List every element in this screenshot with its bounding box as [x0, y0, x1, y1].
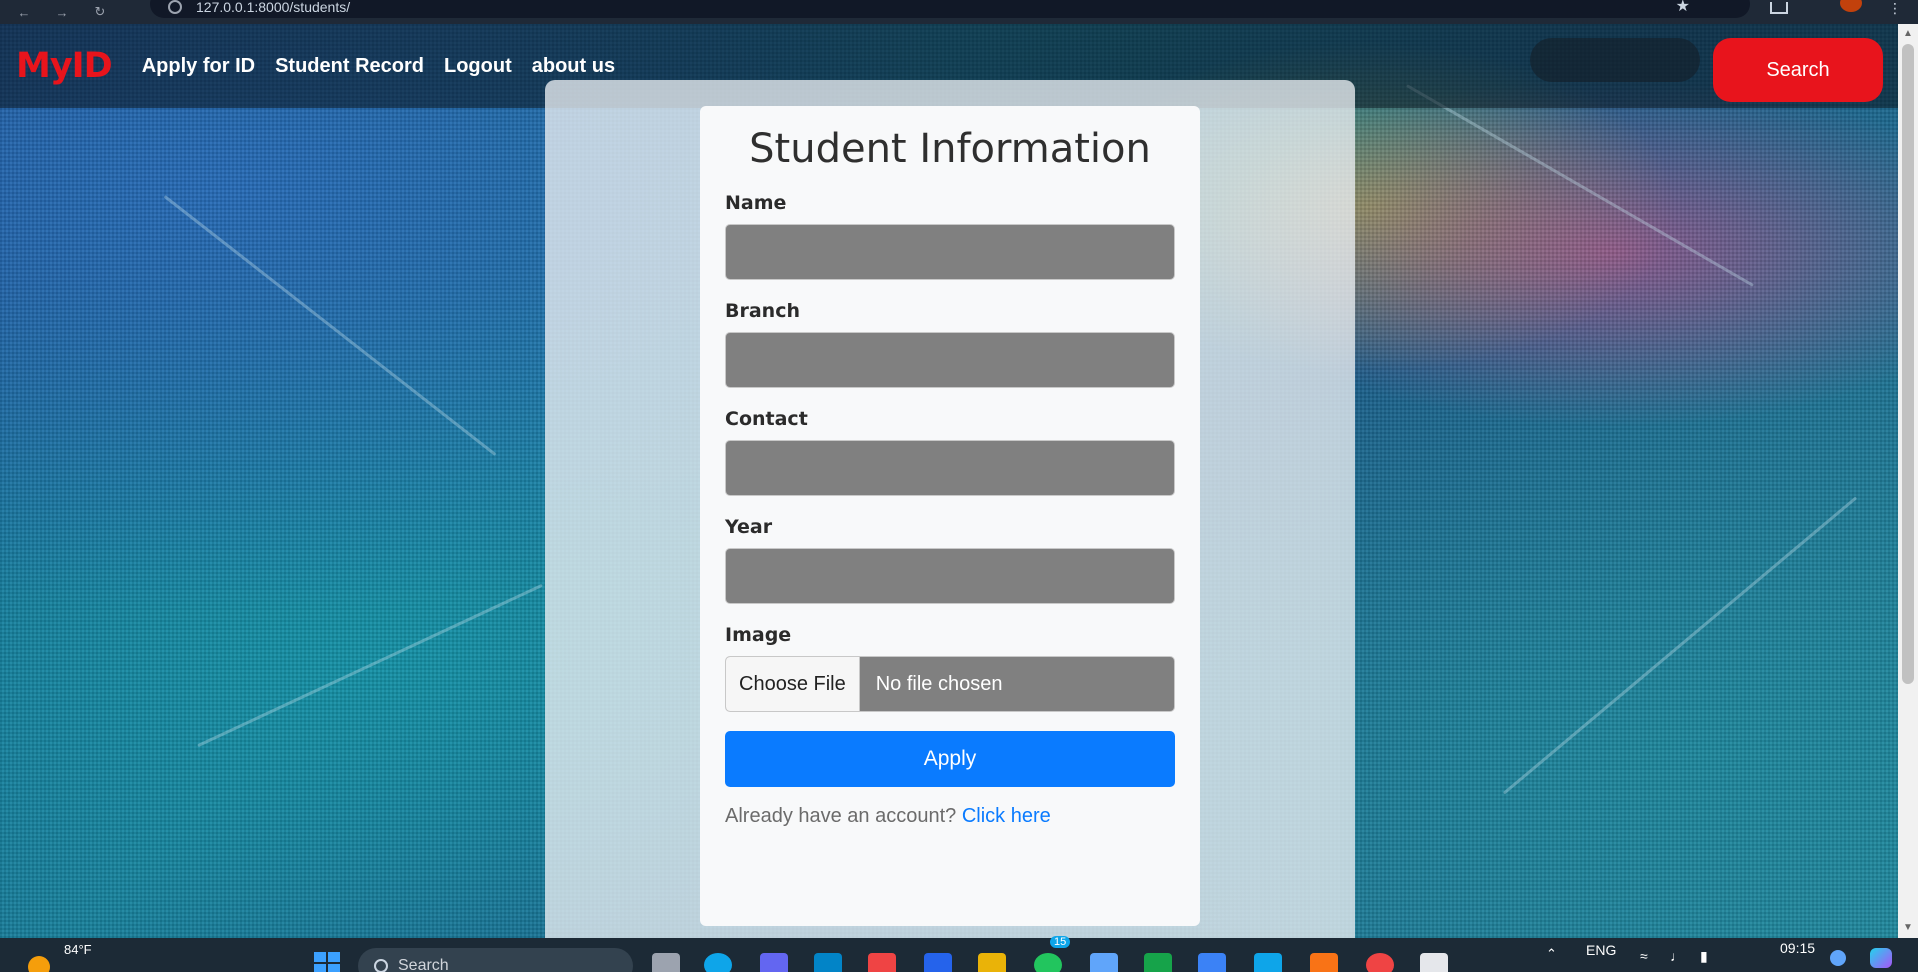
- copilot-icon[interactable]: [1870, 948, 1892, 968]
- file-explorer-icon[interactable]: [978, 953, 1006, 972]
- brave-browser-icon[interactable]: [1310, 953, 1338, 972]
- year-label: Year: [725, 516, 773, 538]
- language-indicator[interactable]: ENG: [1586, 942, 1616, 958]
- chrome-icon[interactable]: [1366, 953, 1394, 972]
- page-viewport: MyID Apply for ID Student Record Logout …: [0, 24, 1898, 938]
- address-bar[interactable]: 127.0.0.1:8000/students/ ★: [150, 0, 1750, 18]
- nav-apply-for-id[interactable]: Apply for ID: [142, 55, 255, 78]
- page-title: Student Information: [749, 126, 1151, 172]
- nav-links: Apply for ID Student Record Logout about…: [142, 55, 615, 78]
- scroll-thumb[interactable]: [1902, 44, 1914, 684]
- branch-input[interactable]: [725, 332, 1175, 388]
- clock-time[interactable]: 09:15: [1780, 940, 1815, 956]
- task-view-icon[interactable]: [652, 953, 680, 972]
- search-button[interactable]: Search: [1713, 38, 1883, 102]
- scroll-down-icon[interactable]: ▼: [1903, 922, 1913, 933]
- student-form-card: Student Information Name Branch Contact …: [700, 106, 1200, 926]
- file-status-text: No file chosen: [875, 672, 1003, 695]
- branch-field-group: Branch: [725, 300, 1175, 388]
- volume-icon[interactable]: ♩: [1670, 948, 1684, 964]
- branch-label: Branch: [725, 300, 800, 322]
- contact-field-group: Contact: [725, 408, 1175, 496]
- whatsapp-icon[interactable]: [1034, 953, 1062, 972]
- site-info-icon[interactable]: [168, 0, 182, 14]
- back-icon[interactable]: ←: [10, 3, 38, 21]
- contact-input[interactable]: [725, 440, 1175, 496]
- image-field-group: Image Choose File No file chosen: [725, 624, 1175, 712]
- profile-avatar[interactable]: [1840, 0, 1862, 12]
- teams-icon[interactable]: [760, 953, 788, 972]
- url-text: 127.0.0.1:8000/students/: [196, 0, 351, 15]
- forward-icon[interactable]: →: [48, 3, 76, 21]
- account-prompt-text: Already have an account?: [725, 805, 957, 827]
- name-field-group: Name: [725, 192, 1175, 280]
- windows-start-icon[interactable]: [314, 952, 340, 972]
- image-file-input[interactable]: Choose File No file chosen: [725, 656, 1175, 712]
- name-label: Name: [725, 192, 787, 214]
- contact-label: Contact: [725, 408, 808, 430]
- background-stroke: [1406, 84, 1754, 287]
- taskbar-search-label: Search: [398, 957, 449, 972]
- nav-student-record[interactable]: Student Record: [275, 55, 424, 78]
- nav-logout[interactable]: Logout: [444, 55, 512, 78]
- name-input[interactable]: [725, 224, 1175, 280]
- edge-browser-icon[interactable]: [704, 953, 732, 972]
- year-field-group: Year: [725, 516, 1175, 604]
- snipping-tool-icon[interactable]: [1420, 953, 1448, 972]
- apply-button[interactable]: Apply: [725, 731, 1175, 787]
- virtualbox-icon[interactable]: [1090, 953, 1118, 972]
- maps-icon[interactable]: [1198, 953, 1226, 972]
- search-icon: [374, 959, 388, 972]
- search-input[interactable]: [1530, 38, 1700, 82]
- background-stroke: [163, 195, 497, 456]
- sheets-icon[interactable]: [1144, 953, 1172, 972]
- account-prompt: Already have an account? Click here: [725, 805, 1175, 828]
- tab-search-icon[interactable]: [1770, 2, 1788, 14]
- battery-icon[interactable]: ▮: [1700, 948, 1708, 965]
- year-input[interactable]: [725, 548, 1175, 604]
- image-label: Image: [725, 624, 792, 646]
- notification-badge: 15: [1050, 936, 1071, 948]
- tray-chevron-icon[interactable]: ⌃: [1546, 946, 1557, 962]
- background-stroke: [197, 583, 543, 748]
- taskbar-search[interactable]: Search: [358, 948, 633, 972]
- mail-icon[interactable]: [814, 953, 842, 972]
- office-app-icon[interactable]: [868, 953, 896, 972]
- windows-taskbar: 84°F Search 15 ⌃ ENG ≈ ♩ ▮ 09:15: [0, 936, 1918, 972]
- weather-temperature[interactable]: 84°F: [64, 942, 92, 957]
- weather-sun-icon[interactable]: [28, 956, 50, 972]
- browser-menu-icon[interactable]: ⋮: [1888, 0, 1902, 17]
- reload-icon[interactable]: ↻: [86, 3, 114, 21]
- background-stroke: [1502, 496, 1858, 795]
- wifi-icon[interactable]: ≈: [1640, 948, 1648, 964]
- browser-toolbar: ← → ↻ 127.0.0.1:8000/students/ ★ ⋮: [0, 0, 1918, 24]
- notification-bell-icon[interactable]: [1830, 950, 1846, 966]
- brand-logo[interactable]: MyID: [16, 46, 113, 86]
- nav-about-us[interactable]: about us: [532, 55, 615, 78]
- scroll-up-icon[interactable]: ▲: [1903, 28, 1913, 39]
- bookmark-star-icon[interactable]: ★: [1676, 0, 1690, 16]
- click-here-link[interactable]: Click here: [962, 805, 1051, 827]
- vscode-icon[interactable]: [1254, 953, 1282, 972]
- dropbox-icon[interactable]: [924, 953, 952, 972]
- page-scrollbar[interactable]: ▲ ▼: [1898, 24, 1918, 938]
- choose-file-button[interactable]: Choose File: [726, 657, 860, 711]
